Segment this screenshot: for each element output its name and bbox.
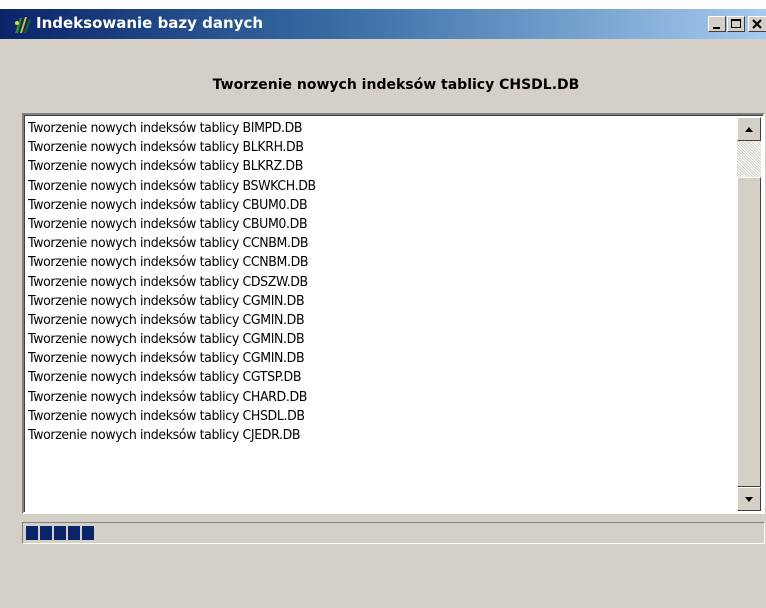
progress-fill [26,526,94,540]
log-list-item[interactable]: Tworzenie nowych indeksów tablicy CBUM0.… [28,196,684,215]
log-list-item[interactable]: Tworzenie nowych indeksów tablicy CCNBM.… [28,253,684,272]
log-list-item[interactable]: Tworzenie nowych indeksów tablicy CBUM0.… [28,215,684,234]
log-list-item[interactable]: Tworzenie nowych indeksów tablicy CDSZW.… [28,273,684,292]
log-list-item[interactable]: Tworzenie nowych indeksów tablicy BLKRH.… [28,138,684,157]
arrow-down-icon [745,497,753,502]
log-items: Tworzenie nowych indeksów tablicy BIMPD.… [28,119,733,509]
log-list-item[interactable]: Tworzenie nowych indeksów tablicy CGMIN.… [28,330,684,349]
scroll-down-button[interactable] [737,487,761,511]
indexing-window: Indeksowanie bazy danych Tworzenie nowyc… [0,9,766,608]
maximize-icon [731,19,741,28]
log-listbox[interactable]: Tworzenie nowych indeksów tablicy BIMPD.… [22,113,765,514]
log-list-item[interactable]: Tworzenie nowych indeksów tablicy CJEDR.… [28,426,684,445]
window-title: Indeksowanie bazy danych [36,14,264,32]
log-list-item[interactable]: Tworzenie nowych indeksów tablicy CHSDL.… [28,407,684,426]
log-list-item[interactable]: Tworzenie nowych indeksów tablicy CGMIN.… [28,311,684,330]
maximize-button[interactable] [727,16,745,32]
database-index-icon [11,15,33,35]
log-list-item[interactable]: Tworzenie nowych indeksów tablicy BLKRZ.… [28,157,684,176]
log-list-item[interactable]: Tworzenie nowych indeksów tablicy CGMIN.… [28,349,684,368]
scroll-thumb[interactable] [737,177,761,487]
scroll-up-button[interactable] [737,117,761,141]
vertical-scrollbar[interactable] [737,117,761,511]
title-bar[interactable]: Indeksowanie bazy danych [0,9,766,39]
close-icon [752,19,762,29]
progress-bar [22,522,765,544]
log-list-item[interactable]: Tworzenie nowych indeksów tablicy BSWKCH… [28,177,684,196]
minimize-button[interactable] [708,16,726,32]
log-list-item[interactable]: Tworzenie nowych indeksów tablicy CHARD.… [28,388,684,407]
arrow-up-icon [745,127,753,132]
log-list-item[interactable]: Tworzenie nowych indeksów tablicy BIMPD.… [28,119,684,138]
log-list-item[interactable]: Tworzenie nowych indeksów tablicy CGMIN.… [28,292,684,311]
close-button[interactable] [748,16,766,32]
log-list-item[interactable]: Tworzenie nowych indeksów tablicy CCNBM.… [28,234,684,253]
current-task-label: Tworzenie nowych indeksów tablicy CHSDL.… [212,77,580,93]
log-list-item[interactable]: Tworzenie nowych indeksów tablicy CGTSP.… [28,368,684,387]
minimize-icon [713,27,720,29]
